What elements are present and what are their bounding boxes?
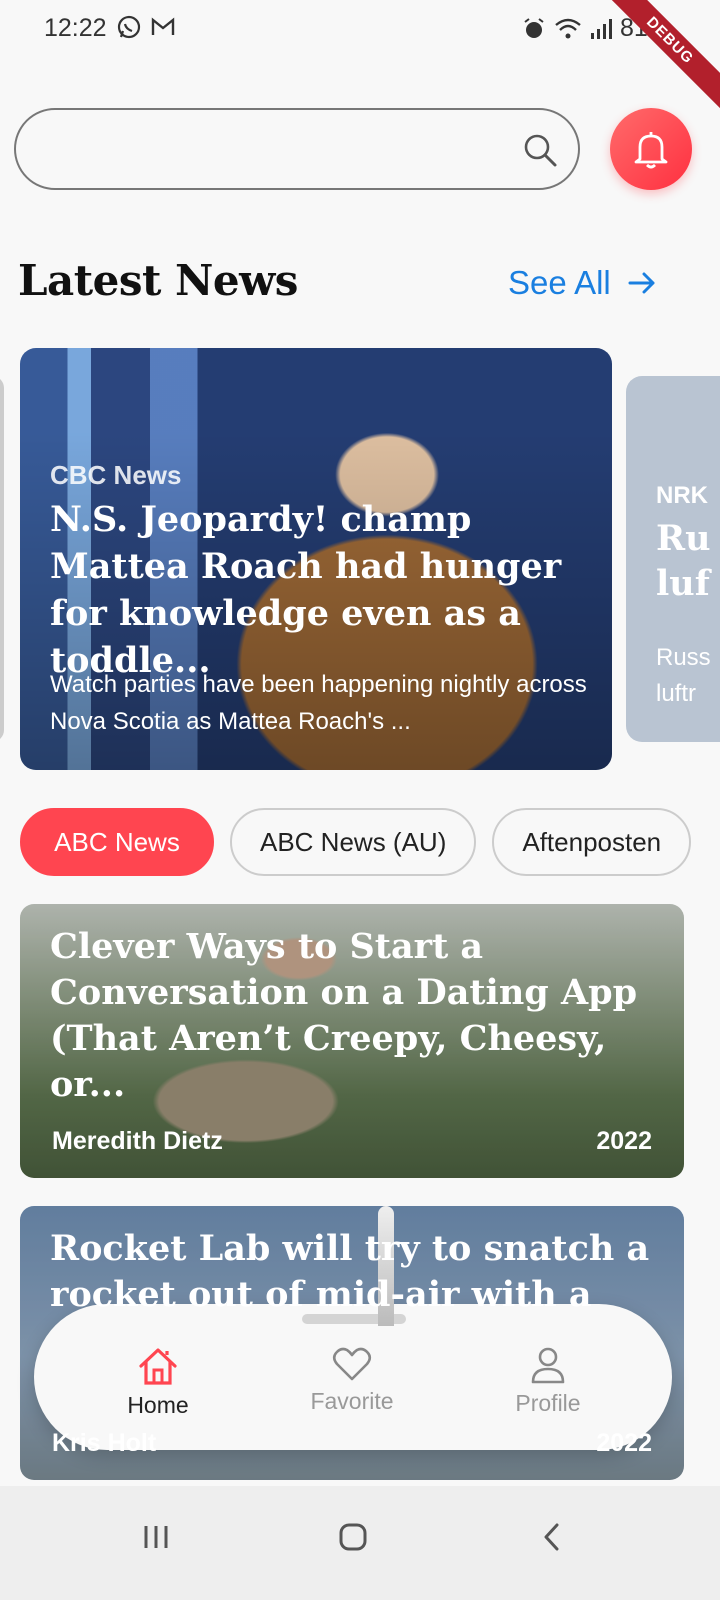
person-icon [531, 1347, 565, 1384]
wifi-icon [555, 18, 581, 38]
notification-icons [116, 14, 176, 40]
latest-card-next[interactable]: NRK Ru luf Russ luftr [626, 376, 720, 742]
article-year: 2022 [596, 1127, 652, 1155]
article-year: 2022 [596, 1429, 652, 1457]
nav-profile[interactable]: Profile [488, 1346, 608, 1417]
home-icon [139, 1348, 177, 1385]
latest-card-previous[interactable] [0, 376, 4, 742]
chip-abc-news-au[interactable]: ABC News (AU) [230, 808, 477, 876]
nav-profile-label: Profile [515, 1390, 581, 1416]
search-input[interactable] [46, 130, 506, 170]
heart-icon [332, 1347, 372, 1381]
whatsapp-icon [117, 15, 141, 39]
nav-favorite-label: Favorite [310, 1388, 394, 1414]
article-card[interactable]: Clever Ways to Start a Conversation on a… [20, 904, 684, 1178]
search-icon[interactable] [522, 132, 558, 168]
debug-banner: DEBUG [600, 0, 720, 120]
card-headline: Ru luf [656, 516, 711, 606]
article-headline: Clever Ways to Start a Conversation on a… [50, 926, 638, 1105]
chip-abc-news[interactable]: ABC News [20, 808, 214, 876]
bell-icon [634, 132, 668, 169]
card-description: Russ luftr [656, 640, 711, 712]
status-time: 12:22 [44, 14, 107, 42]
nav-home[interactable]: Home [98, 1346, 218, 1419]
card-headline-line: luf [656, 563, 710, 604]
see-all-link[interactable]: See All [508, 264, 657, 302]
home-button-icon[interactable] [338, 1522, 368, 1552]
nav-home-label: Home [127, 1392, 189, 1418]
card-description-line: luftr [656, 680, 697, 707]
nav-favorite[interactable]: Favorite [292, 1346, 412, 1415]
article-headline: Rocket Lab will try to snatch a rocket o… [50, 1228, 650, 1315]
system-navigation-bar [0, 1486, 720, 1600]
card-source: CBC News [50, 460, 182, 490]
back-icon[interactable] [540, 1522, 564, 1552]
card-description: Watch parties have been happening nightl… [50, 671, 587, 735]
card-headline-line: Ru [656, 518, 711, 559]
status-bar: 12:22 81% DEBUG [0, 0, 720, 113]
recent-apps-icon[interactable] [142, 1522, 170, 1552]
card-source: NRK [656, 482, 708, 509]
category-chips: ABC News ABC News (AU) Aftenposten [20, 808, 692, 876]
latest-news-heading: Latest News [18, 256, 298, 305]
chip-aftenposten[interactable]: Aftenposten [492, 808, 692, 876]
notifications-button[interactable] [610, 108, 692, 190]
alarm-icon [524, 17, 544, 38]
card-description-line: Russ [656, 644, 711, 671]
search-bar[interactable] [14, 108, 580, 190]
card-headline: N.S. Jeopardy! champ Mattea Roach had hu… [50, 499, 562, 681]
arrow-right-icon [628, 272, 655, 294]
article-author: Meredith Dietz [52, 1127, 223, 1155]
gmail-icon [151, 17, 175, 35]
see-all-label: See All [508, 264, 611, 301]
article-author: Kris Holt [52, 1429, 157, 1457]
latest-card[interactable]: CBC News N.S. Jeopardy! champ Mattea Roa… [20, 348, 612, 770]
